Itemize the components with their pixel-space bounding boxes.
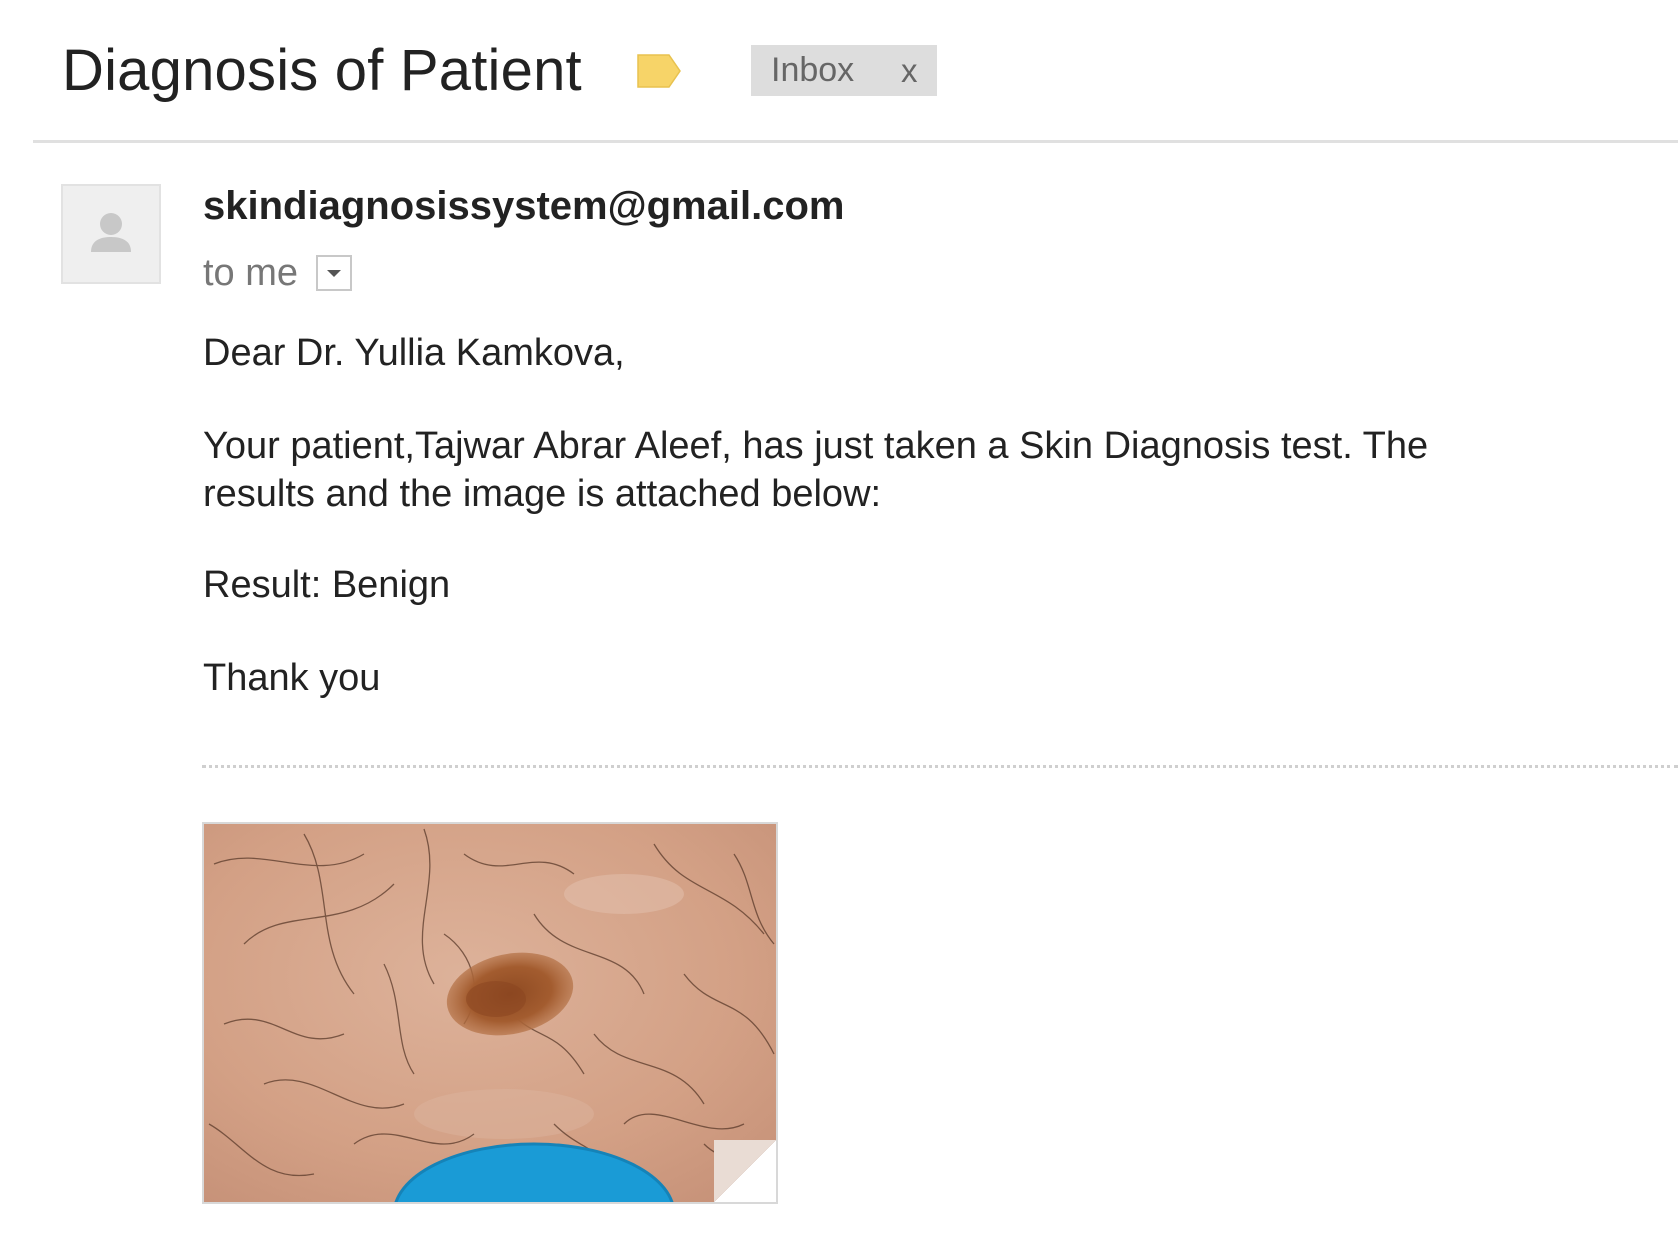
page-curl-icon [714, 1140, 776, 1202]
attachment-divider [202, 765, 1678, 768]
label-tag-icon[interactable] [635, 52, 683, 90]
inbox-chip-label: Inbox [771, 51, 855, 89]
sender-address[interactable]: skindiagnosissystem@gmail.com [203, 184, 844, 229]
email-subject: Diagnosis of Patient [62, 37, 582, 103]
attachment-thumbnail[interactable] [202, 822, 778, 1204]
person-icon [91, 213, 131, 252]
diagnosis-result: Result: Benign [203, 564, 451, 606]
show-details-button[interactable] [316, 255, 353, 291]
subject-row: Diagnosis of Patient Inbox x [62, 30, 937, 110]
header-divider [33, 140, 1678, 143]
sender-avatar [61, 184, 161, 284]
chevron-down-icon [327, 270, 342, 277]
email-view: Diagnosis of Patient Inbox x skindiagnos… [0, 0, 1678, 1259]
remove-label-button[interactable]: x [901, 52, 918, 90]
email-paragraph-line2: results and the image is attached below: [203, 473, 882, 515]
email-paragraph-line1: Your patient,Tajwar Abrar Aleef, has jus… [203, 425, 1429, 467]
email-paragraph: Your patient,Tajwar Abrar Aleef, has jus… [203, 422, 1603, 518]
recipient-row: to me [203, 250, 353, 296]
recipient-text: to me [203, 251, 299, 294]
skin-lesion-photo [204, 824, 776, 1202]
email-closing: Thank you [203, 657, 381, 699]
email-greeting: Dear Dr. Yullia Kamkova, [203, 332, 625, 374]
inbox-label-chip[interactable]: Inbox x [751, 45, 937, 96]
